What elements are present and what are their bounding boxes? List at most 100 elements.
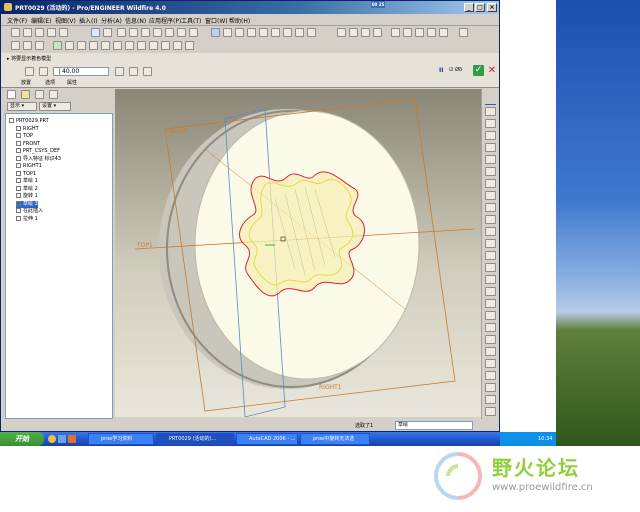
menu-tools[interactable]: 工具(T) [181, 16, 201, 25]
layers-icon[interactable] [295, 28, 304, 37]
no-hidden-icon[interactable] [361, 28, 370, 37]
favorites-tab-icon[interactable] [35, 90, 44, 99]
save-icon[interactable] [35, 28, 44, 37]
graphics-window[interactable]: FRONT TOP1 RIGHT1 [115, 89, 481, 418]
tree-item[interactable]: TOP1 [16, 170, 36, 178]
model-tree-tab-icon[interactable] [7, 90, 16, 99]
find-icon[interactable] [177, 28, 186, 37]
wireframe-icon[interactable] [337, 28, 346, 37]
sketch-profile[interactable] [239, 171, 366, 297]
surface-option-icon[interactable] [39, 67, 48, 76]
taskbar-item-folder[interactable]: proe学习资料 [88, 433, 154, 445]
text-icon[interactable] [485, 239, 496, 248]
tree-item[interactable]: 草绘 2 [16, 185, 38, 193]
measure-icon[interactable] [125, 41, 134, 50]
context-help-icon[interactable] [459, 28, 468, 37]
modify-icon[interactable] [485, 215, 496, 224]
zoom-in-icon[interactable] [235, 28, 244, 37]
zoom-out-icon[interactable] [247, 28, 256, 37]
menu-insert[interactable]: 插入(I) [79, 16, 97, 25]
show-dropdown[interactable]: 显示 ▾ [7, 102, 37, 111]
merge-icon[interactable] [485, 407, 496, 416]
folder-browser-tab-icon[interactable] [21, 90, 30, 99]
tree-item[interactable]: 导入特征 标识43 [16, 155, 61, 163]
hidden-line-icon[interactable] [349, 28, 358, 37]
print-icon[interactable] [47, 28, 56, 37]
taskbar-item-proe[interactable]: PRT0029 (活动的)... [156, 433, 234, 445]
line-icon[interactable] [485, 107, 496, 116]
datum-planes-icon[interactable] [391, 28, 400, 37]
view-manager-icon[interactable] [307, 28, 316, 37]
sweep-icon[interactable] [485, 311, 496, 320]
copy-icon[interactable] [129, 28, 138, 37]
menu-analysis[interactable]: 分析(A) [101, 16, 122, 25]
quicklaunch-ie-icon[interactable] [48, 435, 56, 443]
window-activate-icon[interactable] [23, 41, 32, 50]
tree-item[interactable]: 拉伸 1 [16, 215, 38, 223]
tree-item[interactable]: TOP [16, 133, 33, 140]
revolve-icon[interactable] [485, 299, 496, 308]
draft-check-icon[interactable] [173, 41, 182, 50]
use-edge-icon[interactable] [485, 191, 496, 200]
menu-applications[interactable]: 应用程序(P) [149, 16, 181, 25]
preview-checkbox[interactable]: ☑ Øδ [449, 67, 462, 73]
tree-item[interactable]: RIGHT [16, 125, 39, 133]
family-table-icon[interactable] [113, 41, 122, 50]
tree-item[interactable]: 在此插入 [16, 208, 43, 215]
rib-icon[interactable] [485, 347, 496, 356]
menu-file[interactable]: 文件(F) [7, 16, 27, 25]
pause-button[interactable]: II [439, 67, 443, 74]
taskbar-item-browser[interactable]: proe中旋转无法选 [300, 433, 370, 445]
solid-option-icon[interactable] [25, 67, 34, 76]
model-viewport[interactable]: FRONT TOP1 RIGHT1 [115, 89, 481, 418]
datum-axes-icon[interactable] [403, 28, 412, 37]
tree-item[interactable]: 旋转 1 [16, 193, 38, 200]
render-icon[interactable] [77, 41, 86, 50]
selection-filter-dropdown[interactable]: 草绘 [395, 421, 473, 430]
chamfer-icon[interactable] [485, 383, 496, 392]
shading-icon[interactable] [373, 28, 382, 37]
depth-value-input[interactable]: 40.00 [59, 67, 109, 76]
mirror-icon[interactable] [485, 275, 496, 284]
spline-icon[interactable] [485, 167, 496, 176]
hole-icon[interactable] [485, 323, 496, 332]
accept-check-icon[interactable]: ✓ [473, 65, 484, 76]
tab-properties[interactable]: 属性 [67, 79, 77, 86]
coordinate-systems-icon[interactable] [427, 28, 436, 37]
menu-window[interactable]: 窗口(W) [205, 16, 228, 25]
spin-center-icon[interactable] [223, 28, 232, 37]
connections-tab-icon[interactable] [49, 90, 58, 99]
regenerate-icon[interactable] [165, 28, 174, 37]
constraints-icon[interactable] [485, 227, 496, 236]
arc-icon[interactable] [485, 143, 496, 152]
tree-item[interactable]: FRONT [16, 140, 40, 148]
relations-icon[interactable] [89, 41, 98, 50]
draft-icon[interactable] [485, 359, 496, 368]
dimension-icon[interactable] [485, 203, 496, 212]
rectangle-icon[interactable] [485, 119, 496, 128]
palette-icon[interactable] [485, 251, 496, 260]
annotations-icon[interactable] [439, 28, 448, 37]
remove-material-icon[interactable] [129, 67, 138, 76]
tree-item[interactable]: PRT_CSYS_DEF [16, 148, 60, 155]
fillet-icon[interactable] [485, 155, 496, 164]
curvature-icon[interactable] [161, 41, 170, 50]
tree-item[interactable]: PRT0029.PRT [9, 118, 49, 125]
appearance-icon[interactable] [53, 41, 62, 50]
datum-points-icon[interactable] [415, 28, 424, 37]
minimize-button[interactable]: _ [464, 3, 474, 12]
thicken-icon[interactable] [143, 67, 152, 76]
close-window-icon[interactable] [35, 41, 44, 50]
mass-properties-icon[interactable] [137, 41, 146, 50]
trim-icon[interactable] [485, 263, 496, 272]
tree-item[interactable]: 草绘 3 [16, 200, 38, 208]
extrude-icon[interactable] [485, 287, 496, 296]
start-button[interactable]: 开始 [0, 432, 44, 446]
taskbar-item-autocad[interactable]: AutoCAD 2006 - ... [236, 433, 298, 445]
parameters-icon[interactable] [101, 41, 110, 50]
point-icon[interactable] [485, 179, 496, 188]
menu-help[interactable]: 帮助(H) [229, 16, 250, 25]
repaint-icon[interactable] [211, 28, 220, 37]
selection-box-icon[interactable] [189, 28, 198, 37]
select-arrow-icon[interactable] [485, 95, 496, 105]
